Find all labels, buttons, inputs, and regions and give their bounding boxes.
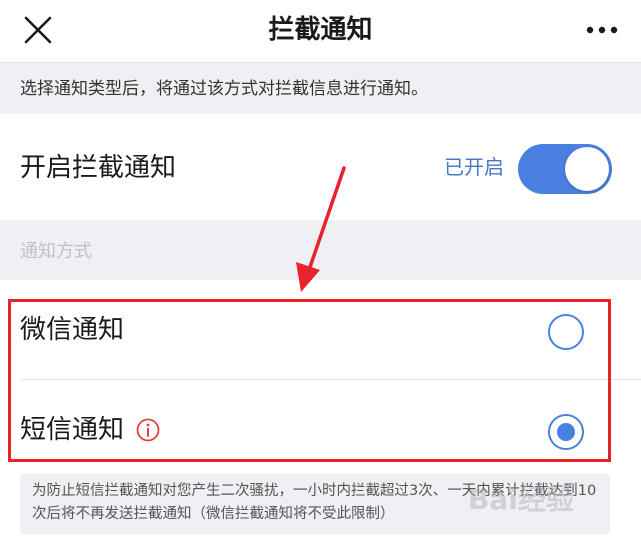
footer: 为防止短信拦截通知对您产生二次骚扰，一小时内拦截超过3次、一天内累计拦截达到10… [0,462,641,544]
section-label: 通知方式 [20,241,92,262]
notification-options: 微信通知 短信通知 [0,280,641,460]
divider [20,379,641,380]
option-sms[interactable]: 短信通知 [0,384,641,464]
page-title: 拦截通知 [268,15,373,45]
info-icon [136,418,160,442]
info-button[interactable] [136,418,160,442]
radio-selected-dot [557,423,575,441]
enable-notification-label: 开启拦截通知 [20,153,177,183]
radio-wechat[interactable] [548,314,584,350]
option-label: 微信通知 [20,315,125,345]
more-button[interactable] [580,14,624,46]
enable-notification-row: 开启拦截通知 已开启 [0,114,641,220]
radio-sms[interactable] [548,414,584,450]
header: 拦截通知 [0,0,641,62]
enable-status-text: 已开启 [444,155,504,179]
section-header: 通知方式 [0,220,641,280]
footer-note-box: 为防止短信拦截通知对您产生二次骚扰，一小时内拦截超过3次、一天内累计拦截达到10… [20,474,610,534]
toggle-knob [565,147,609,191]
option-label: 短信通知 [20,415,125,445]
more-icon [586,26,618,34]
enable-notification-toggle[interactable] [518,144,612,194]
description-text: 选择通知类型后，将通过该方式对拦截信息进行通知。 [20,79,428,99]
footer-note: 为防止短信拦截通知对您产生二次骚扰，一小时内拦截超过3次、一天内累计拦截达到10… [32,483,597,522]
description-banner: 选择通知类型后，将通过该方式对拦截信息进行通知。 [0,62,641,114]
